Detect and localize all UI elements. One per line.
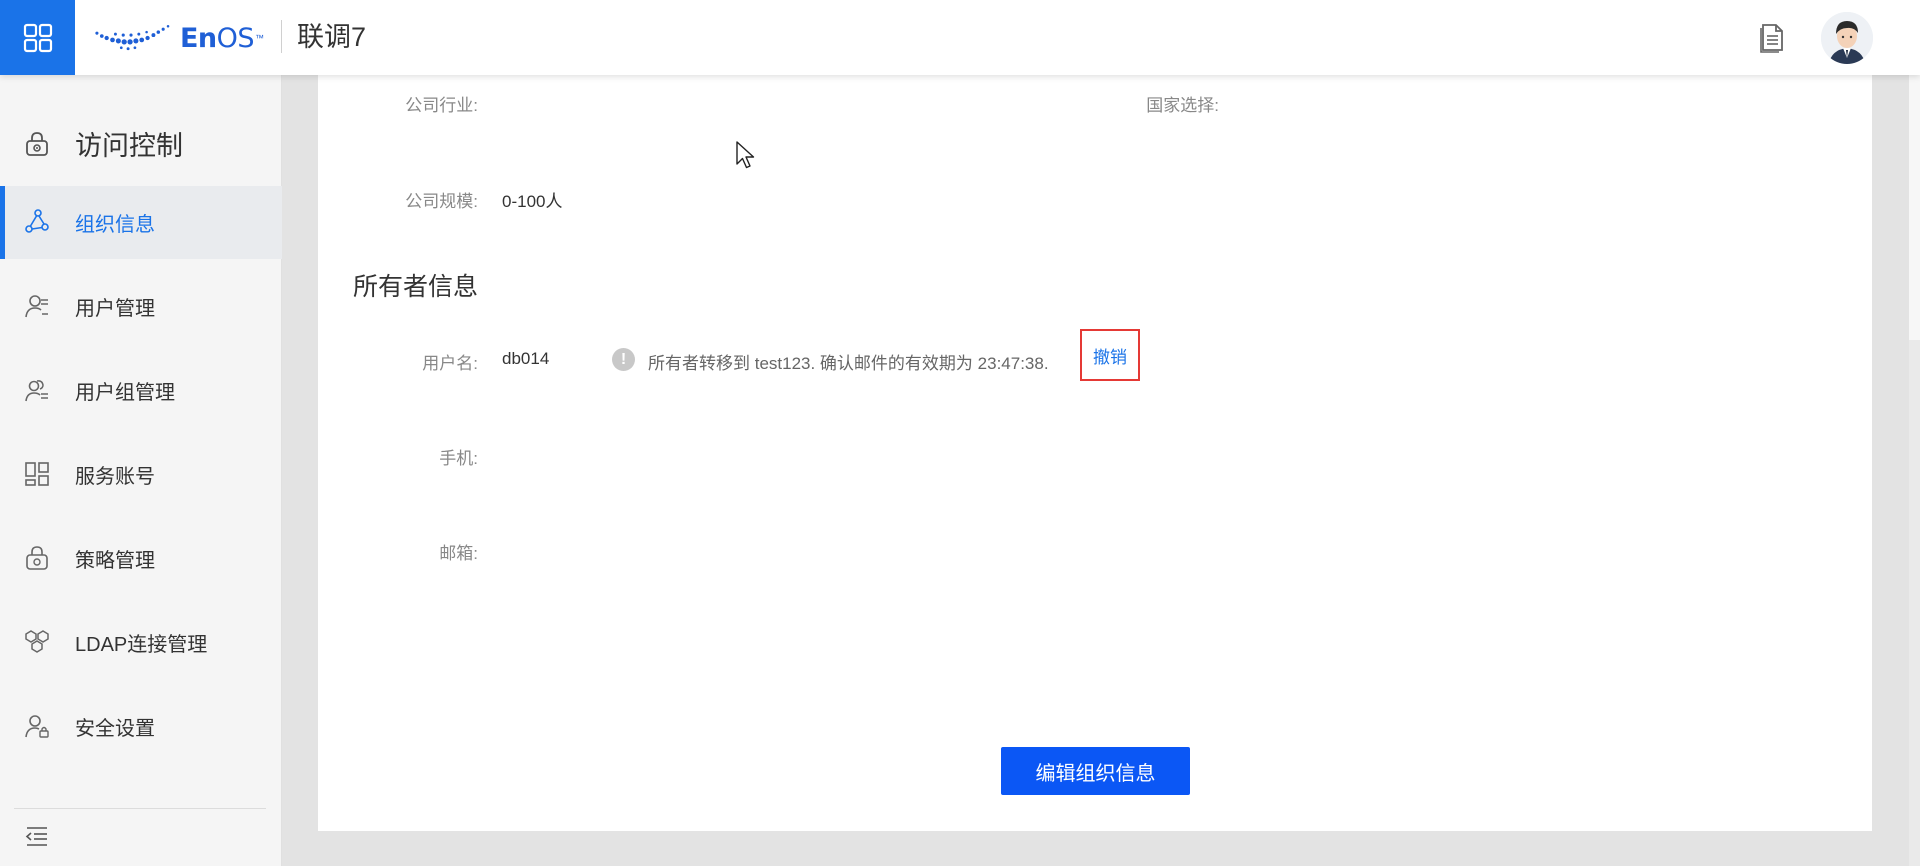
sidebar: 访问控制 组织信息 用户管理 用户组管理 服务账号 策略管理 LDAP连接管理 … xyxy=(0,75,282,866)
info-exclamation-icon: ! xyxy=(612,348,635,371)
edit-org-info-button[interactable]: 编辑组织信息 xyxy=(1001,747,1190,795)
org-name: 联调7 xyxy=(297,22,367,52)
service-grid-icon xyxy=(25,462,49,486)
sidebar-item-policy-management[interactable]: 策略管理 xyxy=(0,522,282,595)
app-switcher-button[interactable] xyxy=(0,0,75,75)
sidebar-item-user-management[interactable]: 用户管理 xyxy=(0,270,282,343)
user-security-icon xyxy=(25,715,49,738)
sidebar-item-ldap-management[interactable]: LDAP连接管理 xyxy=(0,606,282,679)
company-size-value: 0-100人 xyxy=(502,192,563,211)
ldap-cubes-icon xyxy=(25,630,49,653)
company-size-label: 公司规模: xyxy=(405,192,478,211)
logo-dots-icon xyxy=(95,25,170,51)
collapse-menu-icon xyxy=(25,827,47,846)
sidebar-item-label: LDAP连接管理 xyxy=(75,634,208,656)
avatar[interactable] xyxy=(1821,12,1873,64)
sidebar-item-label: 用户组管理 xyxy=(75,382,175,404)
user-group-icon xyxy=(25,380,48,402)
username-value: db014 xyxy=(502,349,550,368)
sidebar-item-label: 服务账号 xyxy=(75,466,155,488)
mouse-cursor-icon xyxy=(736,141,755,169)
sidebar-item-security-settings[interactable]: 安全设置 xyxy=(0,690,282,763)
header-divider xyxy=(281,20,282,53)
access-lock-icon xyxy=(26,132,48,156)
sidebar-title-label: 访问控制 xyxy=(75,130,183,161)
username-label: 用户名: xyxy=(422,354,478,373)
logo-text-os: OS xyxy=(216,22,255,54)
country-label: 国家选择: xyxy=(1146,96,1219,115)
sidebar-item-service-account[interactable]: 服务账号 xyxy=(0,438,282,511)
apps-grid-icon xyxy=(23,23,52,52)
policy-lock-icon xyxy=(26,546,48,570)
owner-section-title: 所有者信息 xyxy=(353,273,479,301)
sidebar-title: 访问控制 xyxy=(0,113,282,173)
logo-wordmark: EnOS xyxy=(179,22,255,54)
enos-logo[interactable]: EnOS ™ xyxy=(94,20,264,56)
ownership-transfer-notice: 所有者转移到 test123. 确认邮件的有效期为 23:47:38. xyxy=(648,354,1049,373)
sidebar-item-label: 用户管理 xyxy=(75,298,155,320)
sidebar-item-label: 安全设置 xyxy=(75,718,155,740)
top-header: EnOS ™ 联调7 xyxy=(0,0,1920,75)
sidebar-item-org-info[interactable]: 组织信息 xyxy=(0,186,282,259)
document-icon[interactable] xyxy=(1758,22,1786,54)
sidebar-item-label: 策略管理 xyxy=(75,550,155,572)
email-label: 邮箱: xyxy=(439,544,478,563)
sidebar-item-user-group-management[interactable]: 用户组管理 xyxy=(0,354,282,427)
scrollbar-thumb[interactable] xyxy=(1909,75,1920,340)
sidebar-collapse-button[interactable] xyxy=(24,823,50,849)
phone-label: 手机: xyxy=(439,449,478,468)
sidebar-divider xyxy=(14,808,266,809)
industry-label: 公司行业: xyxy=(405,96,478,115)
logo-text-en: En xyxy=(179,22,217,54)
user-avatar-icon xyxy=(1821,12,1873,64)
main-content: 公司行业: 国家选择: 公司规模: 0-100人 所有者信息 用户名: db01… xyxy=(282,75,1920,866)
user-icon xyxy=(25,295,48,318)
sidebar-item-label: 组织信息 xyxy=(75,214,155,236)
org-info-card: 公司行业: 国家选择: 公司规模: 0-100人 所有者信息 用户名: db01… xyxy=(318,75,1872,831)
org-tree-icon xyxy=(25,209,49,233)
revoke-transfer-button[interactable]: 撤销 xyxy=(1080,329,1140,381)
logo-trademark: ™ xyxy=(255,33,264,43)
